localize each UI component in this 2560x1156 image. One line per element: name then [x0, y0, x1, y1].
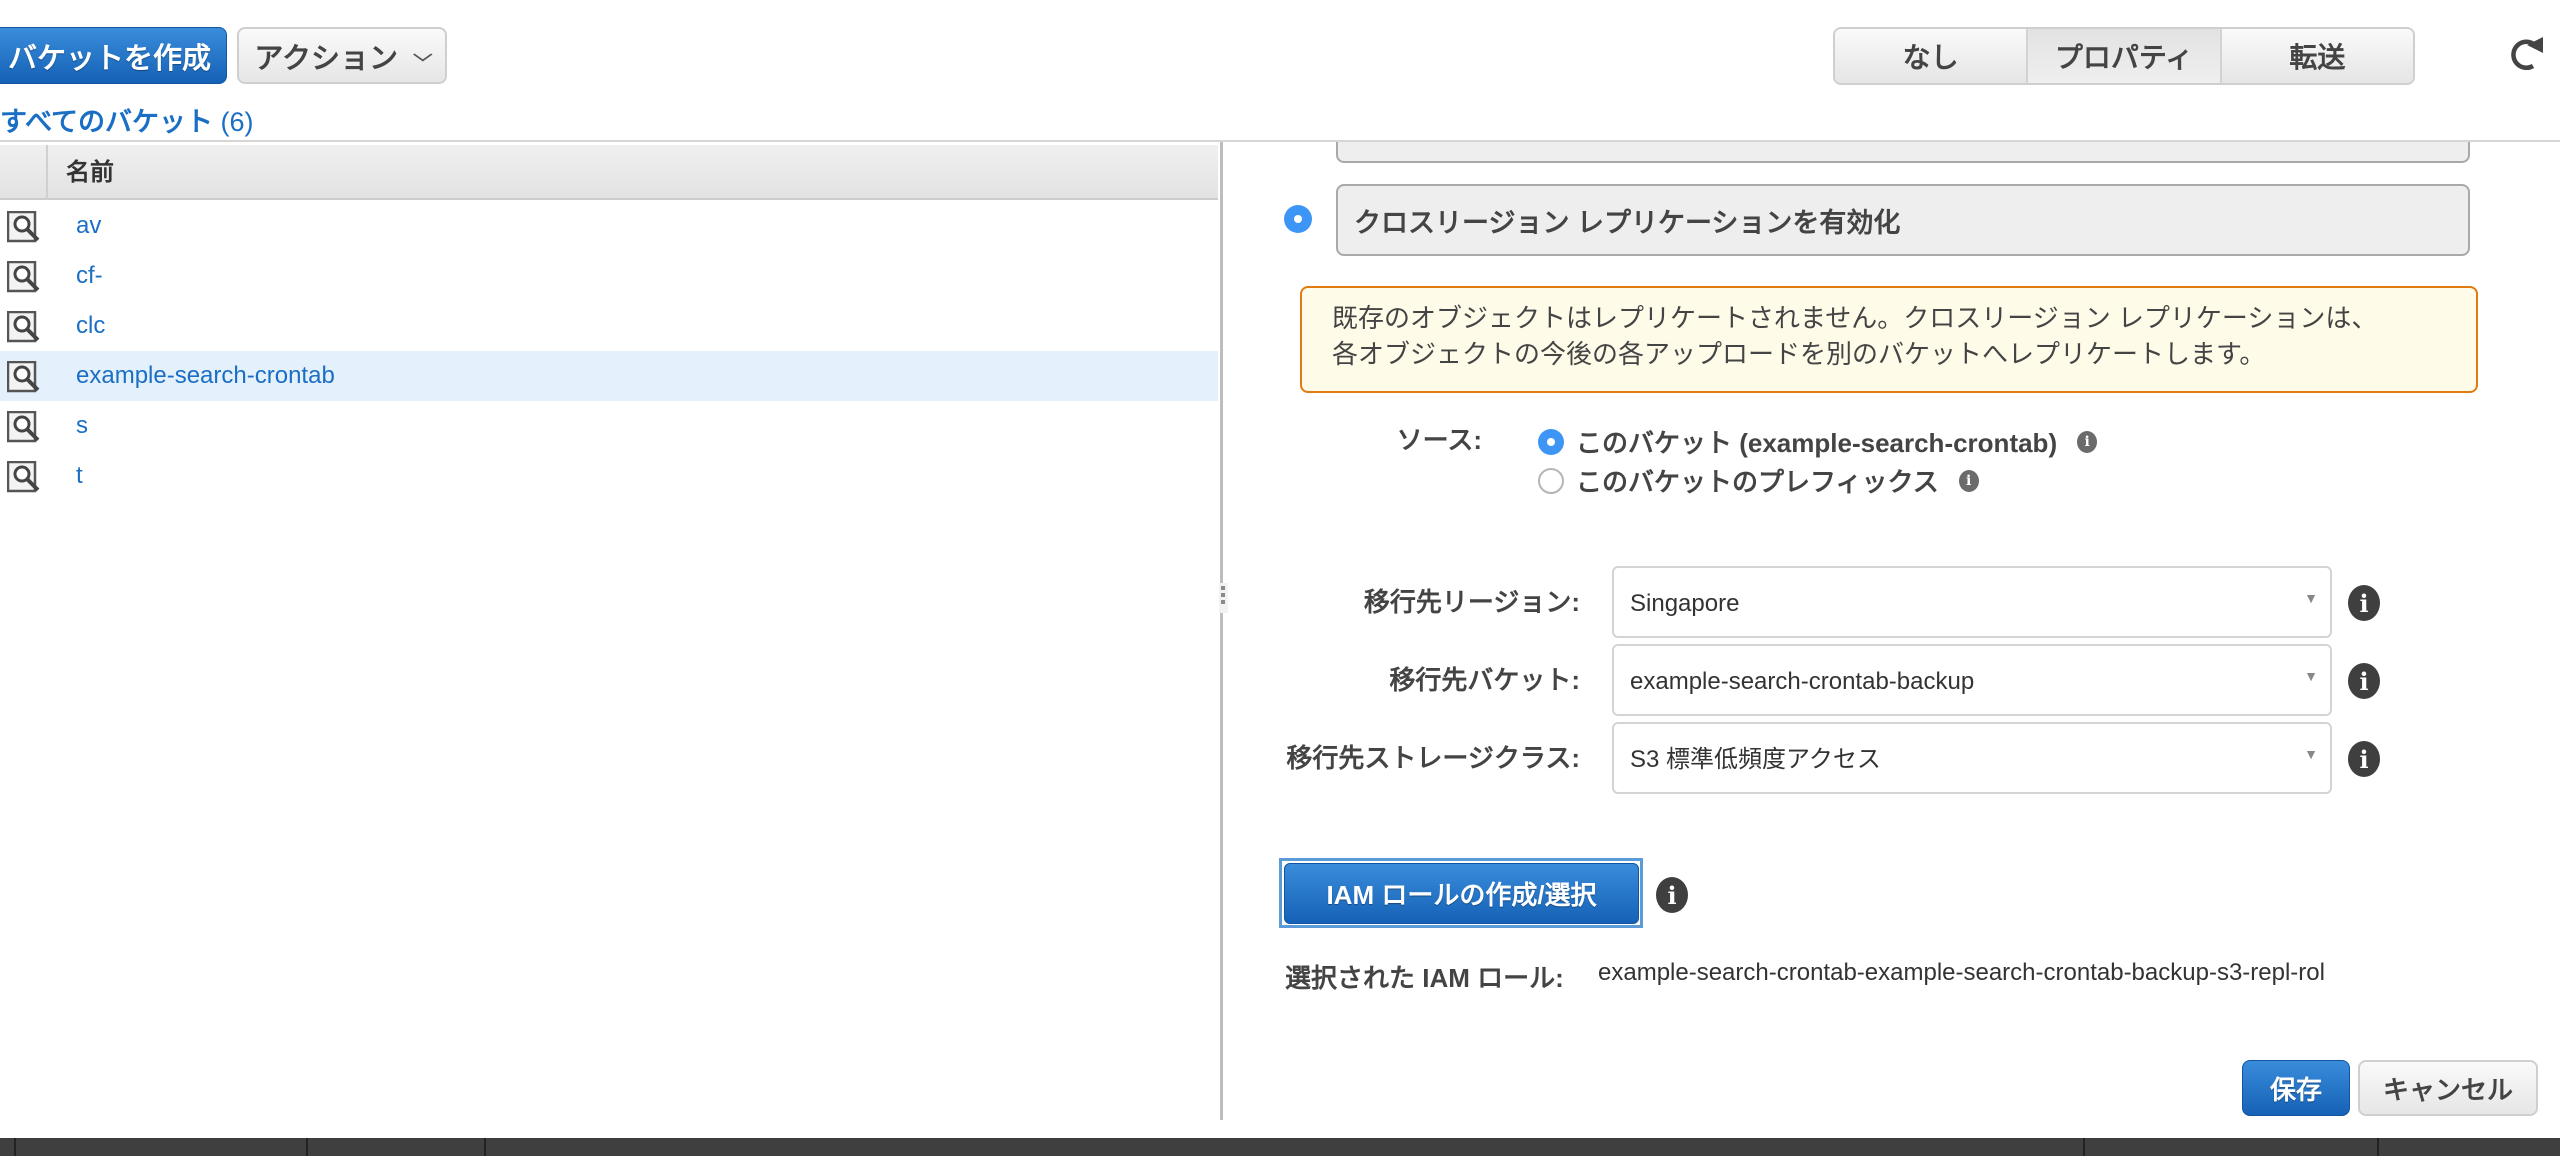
destination-region-select[interactable]: Singapore ▼ [1612, 566, 2332, 638]
all-buckets-label: すべてのバケット [0, 107, 214, 137]
source-option-label: このバケット (example-search-crontab) [1576, 428, 2058, 458]
radio-selected[interactable] [1538, 428, 1564, 455]
name-column-header[interactable]: 名前 [66, 145, 114, 200]
source-option-label: このバケットのプレフィックス [1576, 467, 1939, 497]
cancel-button[interactable]: キャンセル [2358, 1060, 2538, 1116]
table-row[interactable]: t [0, 451, 1218, 501]
splitter-grip-handle[interactable] [1219, 583, 1228, 613]
actions-label: アクション [254, 42, 398, 75]
bucket-magnifier-icon [6, 310, 43, 343]
create-bucket-button[interactable]: バケットを作成 [0, 27, 227, 84]
tab-properties[interactable]: プロパティ [2028, 29, 2222, 83]
selected-iam-role-label: 選択された IAM ロール: [1285, 963, 1564, 993]
bucket-name-link[interactable]: cf- [76, 251, 103, 301]
enable-crr-label: クロスリージョン レプリケーションを有効化 [1354, 207, 1901, 238]
info-icon[interactable]: i [1656, 877, 1688, 913]
pane-splitter[interactable] [1220, 142, 1223, 1120]
source-label: ソース: [1396, 425, 1482, 455]
previous-option-box[interactable] [1336, 142, 2470, 163]
actions-dropdown-button[interactable]: アクション ⌵ [237, 27, 447, 84]
radio-unselected[interactable] [1538, 467, 1564, 494]
create-select-iam-role-button[interactable]: IAM ロールの作成/選択 [1284, 863, 1639, 924]
bucket-magnifier-icon [6, 210, 43, 243]
view-toggle: なし プロパティ 転送 [1833, 27, 2415, 85]
bucket-name-link[interactable]: example-search-crontab [76, 351, 335, 401]
refresh-icon[interactable] [2505, 33, 2545, 73]
tab-transfers[interactable]: 転送 [2221, 29, 2413, 83]
bucket-name-link[interactable]: t [76, 451, 83, 501]
bucket-magnifier-icon [6, 360, 43, 393]
tab-none[interactable]: なし [1835, 29, 2029, 83]
icon-column-header [0, 145, 48, 200]
enable-crr-radio[interactable] [1284, 205, 1312, 233]
destination-storage-class-label: 移行先ストレージクラス: [1286, 743, 1580, 773]
bucket-count: (6) [220, 107, 254, 137]
destination-bucket-label: 移行先バケット: [1389, 665, 1580, 695]
chevron-down-icon: ⌵ [413, 45, 433, 65]
destination-bucket-select[interactable]: example-search-crontab-backup ▼ [1612, 644, 2332, 716]
all-buckets-breadcrumb[interactable]: すべてのバケット (6) [0, 100, 254, 139]
selected-iam-role-value: example-search-crontab-example-search-cr… [1598, 959, 2325, 986]
info-icon[interactable]: i [2348, 585, 2380, 621]
info-icon[interactable]: i [1958, 469, 1979, 492]
destination-region-label: 移行先リージョン: [1363, 587, 1580, 617]
enable-crr-option[interactable]: クロスリージョン レプリケーションを有効化 [1336, 184, 2470, 256]
source-option-this-bucket[interactable]: このバケット (example-search-crontab) i [1538, 423, 2098, 460]
warning-message: 既存のオブジェクトはレプリケートされません。クロスリージョン レプリケーションは… [1300, 286, 2478, 393]
bottom-status-bar [0, 1138, 2560, 1156]
table-header: 名前 [0, 145, 1218, 200]
destination-bucket-value: example-search-crontab-backup [1630, 668, 1975, 695]
info-icon[interactable]: i [2077, 430, 2098, 453]
bucket-name-link[interactable]: clc [76, 301, 105, 351]
warning-line-1: 既存のオブジェクトはレプリケートされません。クロスリージョン レプリケーションは… [1332, 303, 2378, 333]
bucket-magnifier-icon [6, 260, 43, 293]
warning-line-2: 各オブジェクトの今後の各アップロードを別のバケットへレプリケートします。 [1332, 339, 2266, 369]
dropdown-arrow-icon: ▼ [2304, 590, 2318, 606]
save-button[interactable]: 保存 [2242, 1060, 2350, 1116]
bucket-name-link[interactable]: s [76, 401, 88, 451]
dropdown-arrow-icon: ▼ [2304, 746, 2318, 762]
destination-storage-class-value: S3 標準低頻度アクセス [1630, 746, 1881, 773]
destination-region-value: Singapore [1630, 590, 1740, 617]
destination-storage-class-select[interactable]: S3 標準低頻度アクセス ▼ [1612, 722, 2332, 794]
bucket-name-link[interactable]: av [76, 201, 101, 251]
table-row[interactable]: s [0, 401, 1218, 451]
source-option-prefix[interactable]: このバケットのプレフィックス i [1538, 462, 1979, 499]
table-row[interactable]: clc [0, 301, 1218, 351]
table-row[interactable]: av [0, 201, 1218, 251]
info-icon[interactable]: i [2348, 741, 2380, 777]
bucket-magnifier-icon [6, 460, 43, 493]
table-row[interactable]: example-search-crontab [0, 351, 1218, 401]
dropdown-arrow-icon: ▼ [2304, 668, 2318, 684]
info-icon[interactable]: i [2348, 663, 2380, 699]
bucket-magnifier-icon [6, 410, 43, 443]
table-row[interactable]: cf- [0, 251, 1218, 301]
